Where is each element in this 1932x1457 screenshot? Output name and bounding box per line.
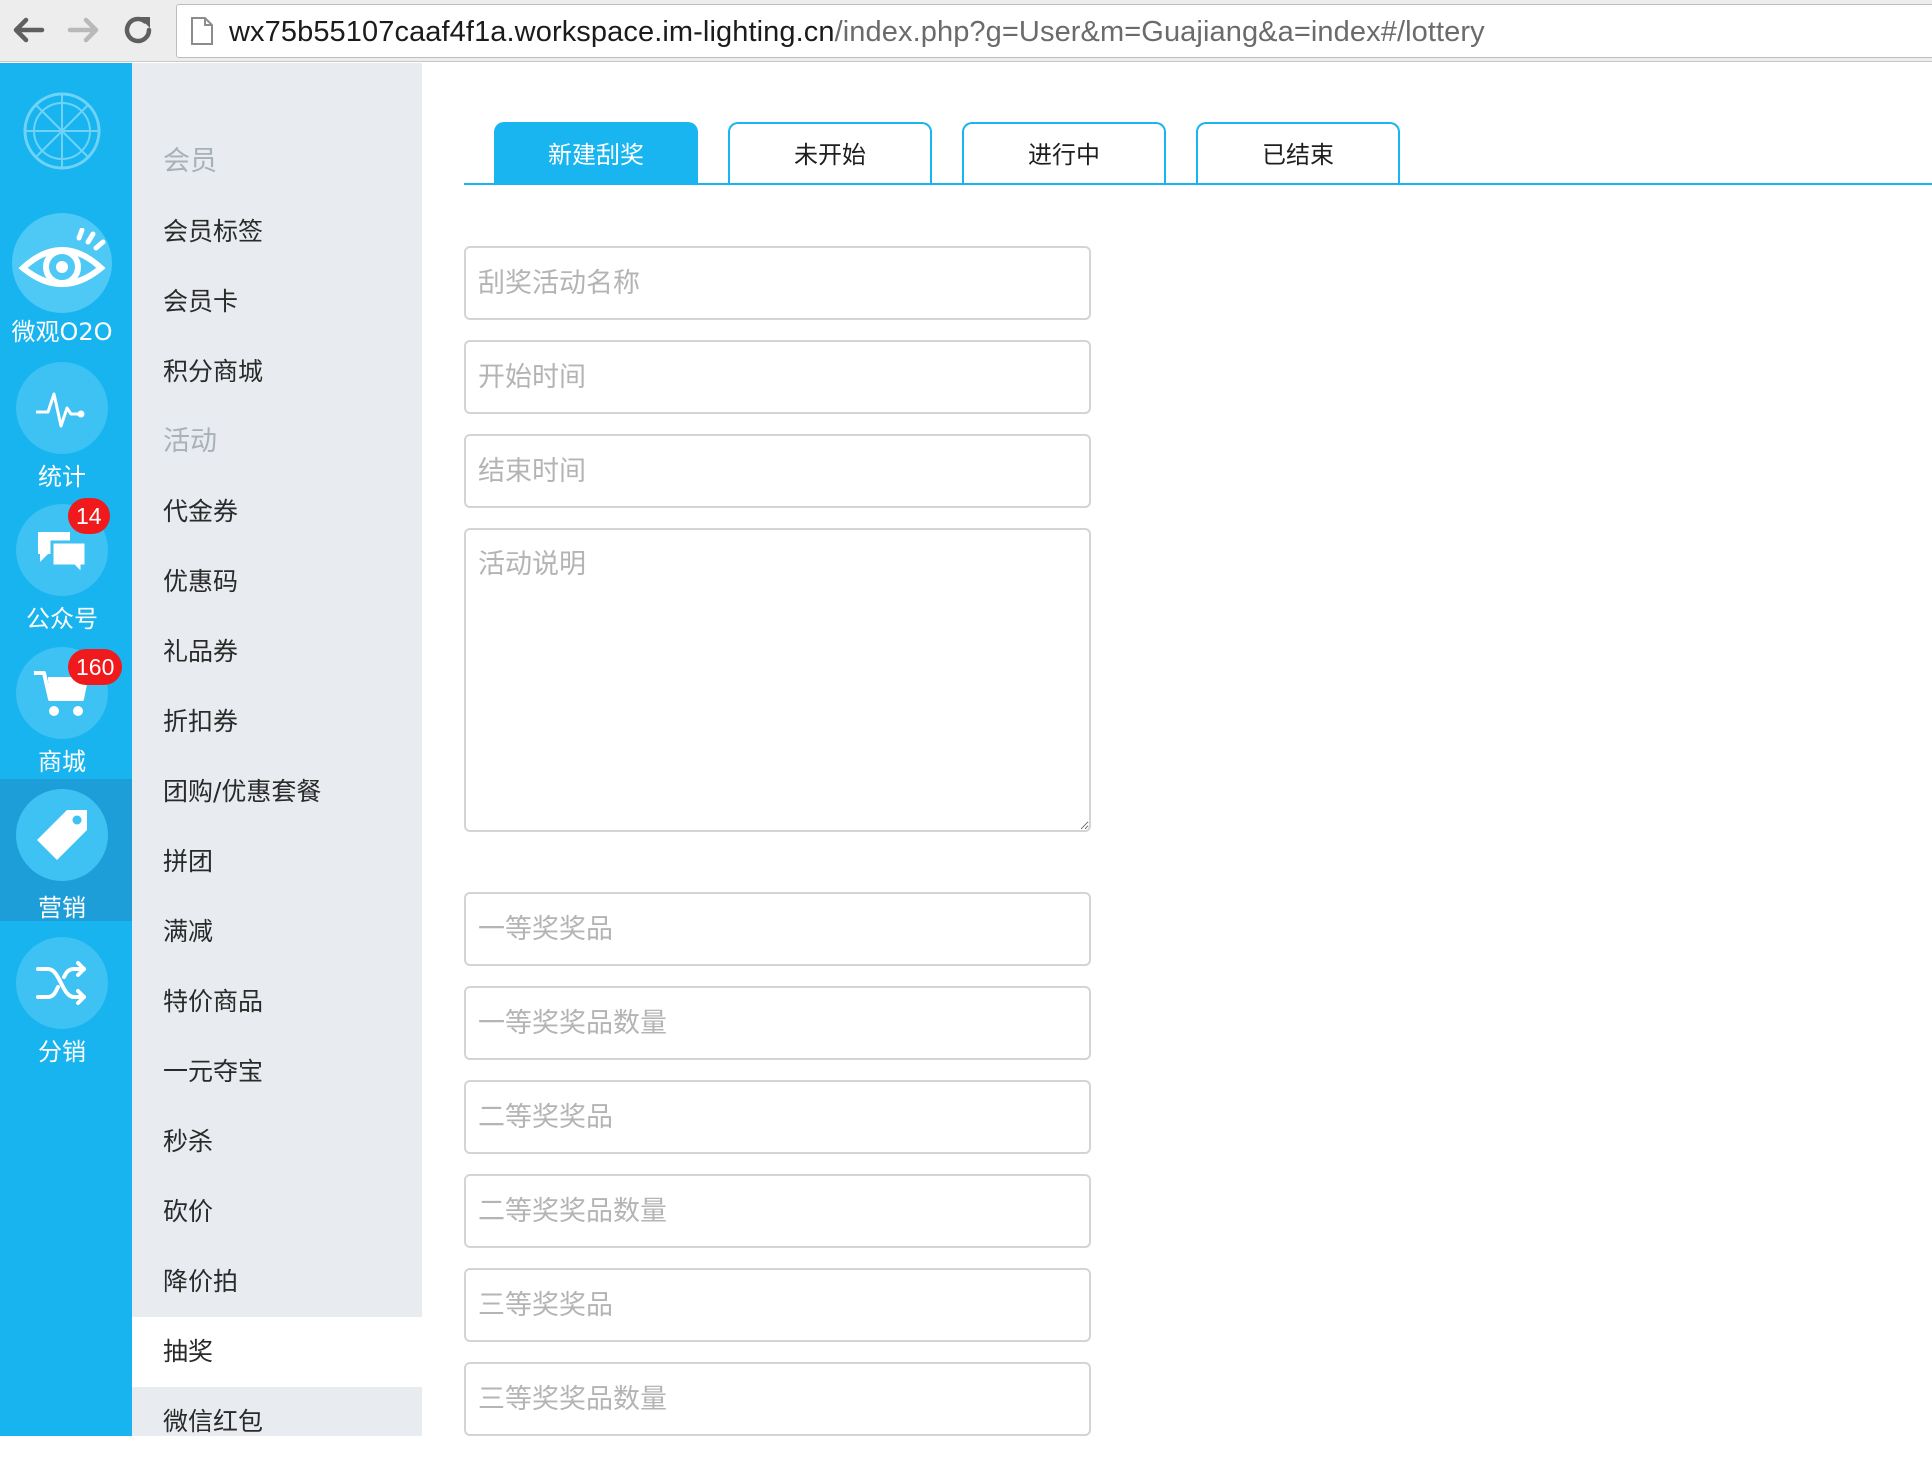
menu-label: 团购/优惠套餐 (163, 777, 322, 806)
rail-label: 商城 (38, 748, 86, 776)
rail-item-mall[interactable]: 160 商城 (0, 643, 132, 785)
menu-item-cash-voucher[interactable]: 代金券 (132, 477, 422, 547)
menu-item-discount-voucher[interactable]: 折扣券 (132, 687, 422, 757)
activity-name-input[interactable] (464, 246, 1091, 320)
address-bar[interactable]: wx75b55107caaf4f1a.workspace.im-lighting… (176, 4, 1932, 58)
menu-label: 会员标签 (163, 217, 264, 246)
menu-label: 会员卡 (163, 287, 239, 316)
menu-label: 抽奖 (163, 1337, 214, 1366)
first-prize-quantity-input[interactable] (464, 986, 1091, 1060)
menu-label: 优惠码 (163, 567, 239, 596)
menu-label: 代金券 (163, 497, 239, 526)
eye-icon (18, 228, 106, 287)
tab-not-started[interactable]: 未开始 (728, 122, 932, 184)
menu-label: 活动 (163, 426, 217, 457)
menu-item-group-buy[interactable]: 团购/优惠套餐 (132, 757, 422, 827)
menu-item-wechat-red-packet[interactable]: 微信红包 (132, 1387, 422, 1457)
menu-label: 微信红包 (163, 1407, 264, 1436)
rail-icon-circle (16, 362, 108, 454)
back-arrow-icon (13, 17, 45, 43)
menu-item-gift-voucher[interactable]: 礼品券 (132, 617, 422, 687)
menu-item-special-offer[interactable]: 特价商品 (132, 967, 422, 1037)
menu-item-lottery[interactable]: 抽奖 (132, 1317, 422, 1387)
menu-label: 秒杀 (163, 1127, 214, 1156)
tab-new-scratch[interactable]: 新建刮奖 (494, 122, 698, 184)
menu-label: 特价商品 (163, 987, 264, 1016)
forward-button[interactable] (62, 8, 106, 52)
reload-button[interactable] (116, 8, 160, 52)
reload-icon (124, 16, 152, 44)
forward-arrow-icon (67, 17, 99, 43)
tab-underline (464, 183, 1932, 185)
menu-label: 满减 (163, 917, 214, 946)
second-prize-input[interactable] (464, 1080, 1091, 1154)
menu-item-team-buy[interactable]: 拼团 (132, 827, 422, 897)
browser-toolbar: wx75b55107caaf4f1a.workspace.im-lighting… (0, 0, 1932, 62)
third-prize-quantity-input[interactable] (464, 1362, 1091, 1436)
menu-label: 降价拍 (163, 1267, 239, 1296)
rail-label: 营销 (38, 894, 86, 922)
url-path: /index.php?g=User&m=Guajiang&a=index#/lo… (834, 16, 1485, 48)
first-prize-input[interactable] (464, 892, 1091, 966)
rail-label: 微观O2O (11, 318, 113, 346)
menu-item-one-yuan-snatch[interactable]: 一元夺宝 (132, 1037, 422, 1107)
tag-icon (37, 810, 87, 860)
third-prize-input[interactable] (464, 1268, 1091, 1342)
pulse-icon (36, 392, 85, 428)
second-prize-quantity-input[interactable] (464, 1174, 1091, 1248)
rail-icon-circle (16, 937, 108, 1029)
menu-label: 礼品券 (163, 637, 239, 666)
notification-badge: 160 (68, 649, 123, 685)
menu-item-dutch-auction[interactable]: 降价拍 (132, 1247, 422, 1317)
menu-item-flash-sale[interactable]: 秒杀 (132, 1107, 422, 1177)
back-button[interactable] (6, 8, 50, 52)
tab-in-progress[interactable]: 进行中 (962, 122, 1166, 184)
menu-item-points-mall[interactable]: 积分商城 (132, 337, 422, 407)
menu-label: 积分商城 (163, 357, 264, 386)
rail-item-official-account[interactable]: 14 公众号 (0, 498, 132, 642)
menu-label: 砍价 (163, 1197, 214, 1226)
rail-item-stats[interactable]: 统计 (0, 358, 132, 500)
rail-item-o2o[interactable]: 微观O2O (0, 213, 132, 355)
tab-ended[interactable]: 已结束 (1196, 122, 1400, 184)
notification-badge: 14 (68, 498, 110, 534)
menu-heading-activity: 活动 (132, 407, 422, 477)
rail-label: 公众号 (26, 605, 98, 633)
rail-item-distribution[interactable]: 分销 (0, 933, 132, 1075)
rail-label: 分销 (38, 1038, 86, 1066)
marketing-submenu: 会员 会员标签 会员卡 积分商城 活动 代金券 优惠码 礼品券 折扣券 团购/优… (132, 63, 422, 1436)
rail-item-marketing[interactable]: 营销 (0, 779, 132, 922)
menu-heading-member: 会员 (132, 127, 422, 197)
main-nav-rail: 微观O2O 统计 14 公众号 160 商城 营销 分销 (0, 63, 132, 1436)
url-host: wx75b55107caaf4f1a.workspace.im-lighting… (229, 16, 835, 48)
wheel-logo-icon (23, 92, 101, 170)
menu-label: 一元夺宝 (163, 1057, 264, 1086)
menu-item-member-card[interactable]: 会员卡 (132, 267, 422, 337)
menu-label: 拼团 (163, 847, 214, 876)
rail-icon-circle (12, 213, 112, 313)
rail-label: 统计 (38, 463, 86, 491)
start-time-input[interactable] (464, 340, 1091, 414)
page-icon (191, 17, 213, 45)
menu-item-member-tags[interactable]: 会员标签 (132, 197, 422, 267)
url-text: wx75b55107caaf4f1a.workspace.im-lighting… (229, 15, 1485, 49)
menu-label: 会员 (163, 146, 217, 177)
menu-item-bargain[interactable]: 砍价 (132, 1177, 422, 1247)
rail-icon-circle (16, 789, 108, 881)
menu-item-full-reduction[interactable]: 满减 (132, 897, 422, 967)
activity-description-textarea[interactable] (464, 528, 1091, 832)
end-time-input[interactable] (464, 434, 1091, 508)
menu-item-coupon-code[interactable]: 优惠码 (132, 547, 422, 617)
menu-label: 折扣券 (163, 707, 239, 736)
shuffle-icon (36, 961, 86, 1005)
